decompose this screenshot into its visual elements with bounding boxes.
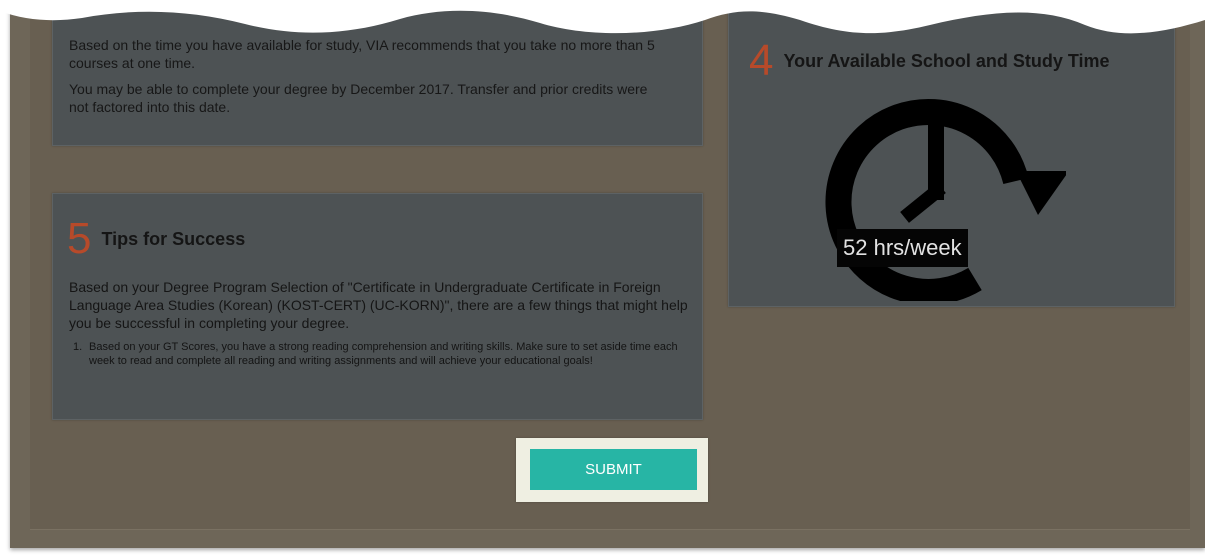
tips-for-success-panel: 5 Tips for Success Based on your Degree …: [52, 193, 703, 420]
clock-cycle-arrowhead: [1016, 171, 1066, 215]
submit-button[interactable]: SUBMIT: [530, 449, 697, 490]
study-time-section-number: 4: [749, 36, 774, 85]
course-recommendation-text: Based on the time you have available for…: [69, 37, 655, 71]
clock-cycle-icon: [825, 99, 1066, 301]
torn-top-edge: [0, 0, 1205, 34]
study-time-heading-row: 4 Your Available School and Study Time: [749, 39, 1110, 83]
degree-completion-text: You may be able to complete your degree …: [69, 81, 648, 115]
tips-heading: Tips for Success: [101, 229, 246, 249]
page-canvas: Based on the time you have available for…: [0, 0, 1205, 559]
tips-section-number: 5: [67, 214, 92, 263]
tips-heading-row: 5 Tips for Success: [67, 217, 245, 261]
tips-list: 1. Based on your GT Scores, you have a s…: [69, 340, 689, 368]
study-time-heading: Your Available School and Study Time: [783, 51, 1110, 71]
gt-scores-tip-text: Based on your GT Scores, you have a stro…: [89, 341, 678, 367]
tips-list-item: 1. Based on your GT Scores, you have a s…: [69, 340, 689, 368]
study-hours-badge: 52 hrs/week: [837, 229, 968, 267]
tips-content: Based on your Degree Program Selection o…: [69, 278, 689, 368]
left-white-edge: [0, 0, 10, 559]
tips-list-number: 1.: [73, 341, 83, 353]
recommendation-text-block: Based on the time you have available for…: [69, 36, 669, 116]
clock-minute-hand: [900, 182, 946, 223]
submit-button-frame: SUBMIT: [516, 438, 708, 502]
degree-program-tips-intro: Based on your Degree Program Selection o…: [69, 279, 688, 331]
